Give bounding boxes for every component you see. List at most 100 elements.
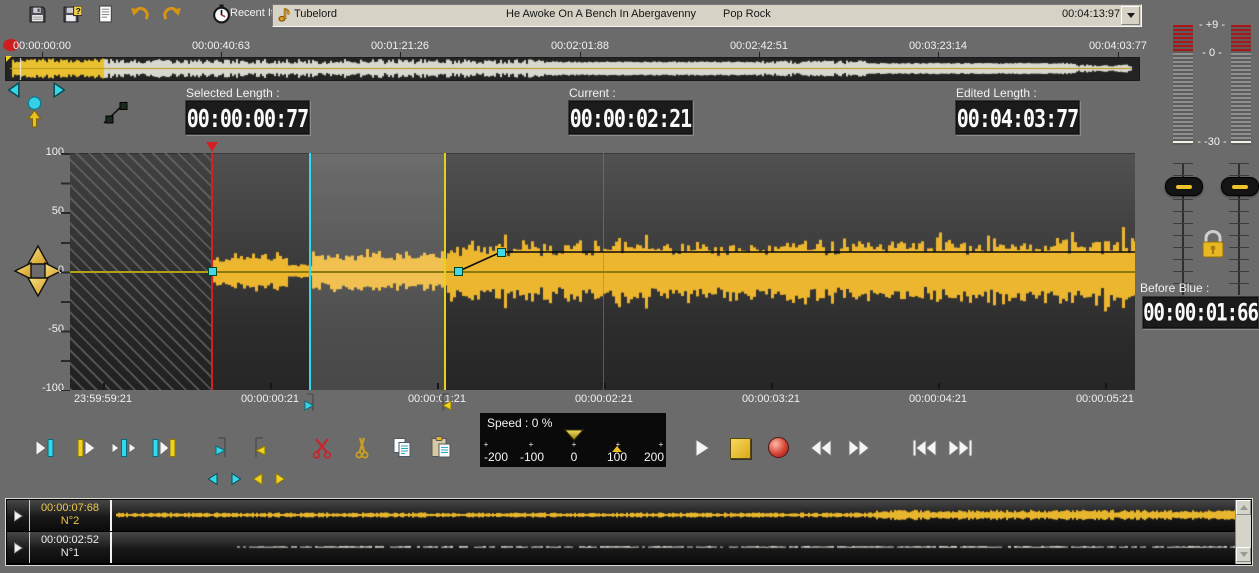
plot-time-label: 00:00:04:21 [878, 393, 998, 405]
new-document-button[interactable] [97, 4, 113, 23]
jump-to-cursor-button[interactable] [23, 95, 45, 128]
speed-tick: + [552, 440, 596, 449]
save-icon [29, 6, 46, 23]
y-axis-ticks [61, 153, 70, 391]
nudge-yellow-right-button[interactable] [273, 471, 287, 487]
envelope-point[interactable] [208, 267, 217, 276]
yellow-flag-icon [438, 393, 454, 413]
timer-icon [212, 4, 231, 24]
person-up-icon [24, 96, 45, 128]
play-icon [13, 510, 23, 522]
edited-length-label: Edited Length : [956, 86, 1037, 100]
selected-length-label: Selected Length : [186, 86, 279, 100]
ruler-tick-label: 00:01:21:26 [340, 40, 460, 52]
set-cyan-marker-button[interactable] [211, 435, 233, 461]
recent-items-combobox[interactable]: Tubelord He Awoke On A Bench In Abergave… [272, 4, 1142, 27]
cyan-flag-icon [302, 393, 318, 413]
play-selection-button[interactable] [150, 437, 178, 459]
cyan-flag-marker[interactable] [302, 393, 318, 418]
playhead-triangle[interactable] [206, 142, 218, 152]
play-around-marker-button[interactable] [110, 437, 138, 459]
lock-icon [1200, 229, 1226, 259]
plot-time-label: 00:00:05:21 [1045, 393, 1165, 405]
skip-to-end-button[interactable] [947, 437, 975, 459]
redo-button[interactable] [162, 5, 182, 22]
overview-waveform-canvas [6, 58, 1139, 80]
time-tick [938, 383, 940, 389]
volume-slider-right-handle[interactable] [1221, 177, 1259, 196]
cut-button[interactable] [310, 436, 334, 460]
track-list-panel: 00:00:07:68 N°2 00:00:02:52 N°1 [5, 498, 1253, 566]
set-yellow-marker-button[interactable] [248, 435, 270, 461]
envelope-point[interactable] [497, 248, 506, 257]
scroll-right-button[interactable] [51, 82, 67, 98]
track-time: 00:00:02:52 [30, 534, 110, 547]
audio-editor-window: ? Recent Items : Tubelord He Awoke On A … [0, 0, 1259, 573]
play-around-marker-icon [111, 438, 137, 458]
track-waveform-canvas[interactable] [116, 532, 1238, 562]
speed-label: Speed : 0 % [487, 416, 552, 430]
nudge-cyan-left-button[interactable] [206, 471, 220, 487]
before-blue-label: Before Blue : [1140, 281, 1209, 295]
track-waveform-canvas[interactable] [116, 500, 1238, 530]
triangle-left-icon [7, 82, 21, 98]
plot-time-label: 00:00:02:21 [544, 393, 664, 405]
combobox-dropdown-button[interactable] [1121, 6, 1140, 25]
save-as-button[interactable]: ? [62, 5, 82, 23]
nudge-cyan-right-button[interactable] [229, 471, 243, 487]
timer-button[interactable] [211, 3, 231, 24]
track-info: 00:00:07:68 N°2 [30, 500, 112, 531]
trim-button[interactable] [352, 436, 372, 460]
plot-time-label: 23:59:59:21 [43, 393, 163, 405]
time-tick [103, 383, 105, 389]
vu-meter-right [1231, 25, 1251, 145]
fast-forward-button[interactable] [846, 437, 872, 459]
time-tick [1105, 383, 1107, 389]
triangle-left-icon [207, 472, 219, 486]
triangle-right-icon [230, 472, 242, 486]
volume-slider-left-handle[interactable] [1165, 177, 1203, 196]
ruler-tick-label: 00:03:23:14 [878, 40, 998, 52]
meter-zero-label: - 0 - [1190, 47, 1234, 59]
envelope-point[interactable] [454, 267, 463, 276]
skip-to-start-button[interactable] [910, 437, 938, 459]
undo-button[interactable] [129, 5, 149, 22]
channel-link-lock[interactable] [1199, 228, 1227, 260]
plot-time-label: 00:00:03:21 [711, 393, 831, 405]
track-info: 00:00:02:52 N°1 [30, 532, 112, 563]
paste-button[interactable] [429, 435, 453, 460]
fast-forward-icon [847, 438, 871, 458]
play-to-cyan-marker-button[interactable] [32, 437, 58, 459]
rewind-button[interactable] [808, 437, 834, 459]
track-play-button[interactable] [7, 532, 30, 563]
play-from-marker-icon [75, 438, 99, 458]
track-time: 00:00:07:68 [30, 502, 110, 515]
handle-grip [1176, 185, 1192, 189]
chevron-up-icon [1240, 505, 1248, 510]
play-from-yellow-marker-button[interactable] [74, 437, 100, 459]
track-play-button[interactable] [7, 500, 30, 531]
copy-button[interactable] [391, 436, 413, 460]
main-waveform-view[interactable] [70, 153, 1135, 390]
tracks-scrollbar[interactable] [1235, 500, 1251, 564]
envelope-tool-button[interactable] [100, 98, 129, 127]
time-tick [270, 383, 272, 389]
save-button[interactable] [28, 5, 46, 23]
set-cyan-marker-icon [212, 436, 232, 460]
overview-waveform[interactable] [5, 57, 1140, 81]
play-icon [13, 542, 23, 554]
song-genre: Pop Rock [723, 8, 771, 20]
meter-top-label: - +9 - [1190, 19, 1234, 31]
stop-button[interactable] [730, 438, 751, 459]
scroll-left-button[interactable] [6, 82, 22, 98]
scroll-down-button[interactable] [1236, 547, 1251, 562]
play-button[interactable] [692, 437, 712, 459]
nudge-yellow-left-button[interactable] [251, 471, 265, 487]
vu-meter-left [1173, 25, 1193, 145]
speed-tick: + [464, 440, 508, 449]
speed-scale-label: 0 [552, 450, 596, 464]
scroll-up-button[interactable] [1236, 500, 1251, 515]
yellow-flag-marker[interactable] [438, 393, 454, 418]
time-tick [771, 383, 773, 389]
record-button[interactable] [768, 437, 789, 458]
